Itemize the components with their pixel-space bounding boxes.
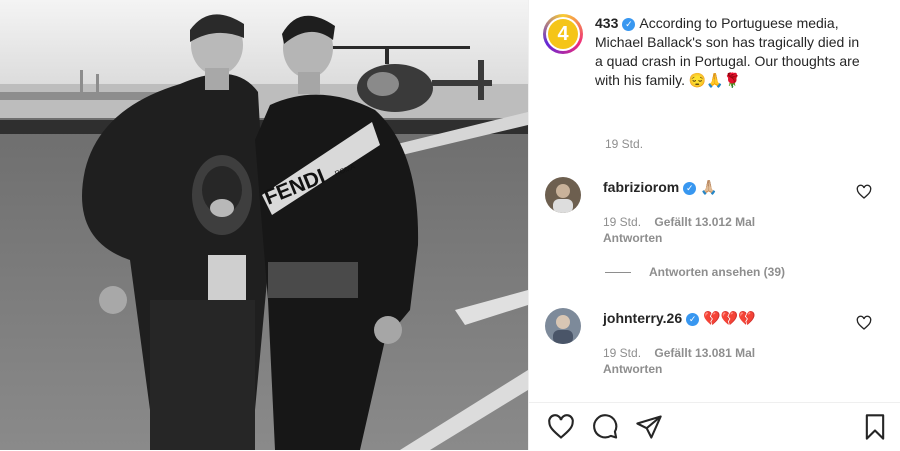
comment-1-time: 19 Std. xyxy=(603,215,642,229)
comment-2-text: 💔💔💔 xyxy=(703,310,756,326)
comment-2-avatar[interactable] xyxy=(545,308,581,344)
commenter-1-avatar-icon xyxy=(545,177,581,213)
bookmark-icon[interactable] xyxy=(861,413,889,441)
comment-2-likes[interactable]: Gefällt 13.081 Mal xyxy=(654,346,755,360)
action-bar xyxy=(529,402,900,451)
post-sidebar: 4 433 ✓ According to Portuguese media, Mic… xyxy=(528,0,900,450)
verified-badge-icon: ✓ xyxy=(686,312,700,326)
comment-2-time: 19 Std. xyxy=(603,346,642,360)
comment-icon[interactable] xyxy=(591,413,619,441)
comment-1-reply[interactable]: Antworten xyxy=(603,231,662,245)
replies-divider xyxy=(605,271,631,273)
comment-2-username[interactable]: johnterry.26 xyxy=(603,310,682,326)
post-photo[interactable]: FENDI ROMA xyxy=(0,0,528,450)
view-replies-button[interactable]: Antworten ansehen (39) xyxy=(605,265,785,279)
comment-2-body: johnterry.26 ✓ 💔💔💔 xyxy=(603,310,755,327)
comment-1-avatar[interactable] xyxy=(545,177,581,213)
commenter-2-avatar-icon xyxy=(545,308,581,344)
author-avatar[interactable]: 4 xyxy=(543,14,583,54)
comment-1-body: fabriziorom ✓ 🙏🏼 xyxy=(603,179,718,196)
paper-plane-icon[interactable] xyxy=(635,413,663,441)
author-avatar-label: 4 xyxy=(548,19,578,49)
comment-1-meta: 19 Std. Gefällt 13.012 Mal Antworten xyxy=(603,214,755,246)
comment-1-heart-icon[interactable] xyxy=(856,184,872,200)
comment-1-text: 🙏🏼 xyxy=(700,179,718,195)
author-username[interactable]: 433 xyxy=(595,15,618,31)
comment-2-heart-icon[interactable] xyxy=(856,315,872,331)
comment-1-username[interactable]: fabriziorom xyxy=(603,179,679,195)
post-time: 19 Std. xyxy=(605,137,644,151)
view-replies-label: Antworten ansehen (39) xyxy=(649,265,786,279)
post-caption: 4 433 ✓ According to Portuguese media, Mic… xyxy=(543,14,870,90)
caption-text: 433 ✓ According to Portuguese media, Micha… xyxy=(595,14,870,90)
verified-badge-icon: ✓ xyxy=(622,17,636,31)
post-photo-graphic: FENDI ROMA xyxy=(0,0,528,450)
instagram-post: FENDI ROMA 4 433 ✓ According to Portuguese… xyxy=(0,0,900,450)
heart-icon[interactable] xyxy=(547,413,575,441)
comment-1-likes[interactable]: Gefällt 13.012 Mal xyxy=(654,215,755,229)
verified-badge-icon: ✓ xyxy=(683,181,697,195)
comment-2-reply[interactable]: Antworten xyxy=(603,362,662,376)
comment-2-meta: 19 Std. Gefällt 13.081 Mal Antworten xyxy=(603,345,755,377)
